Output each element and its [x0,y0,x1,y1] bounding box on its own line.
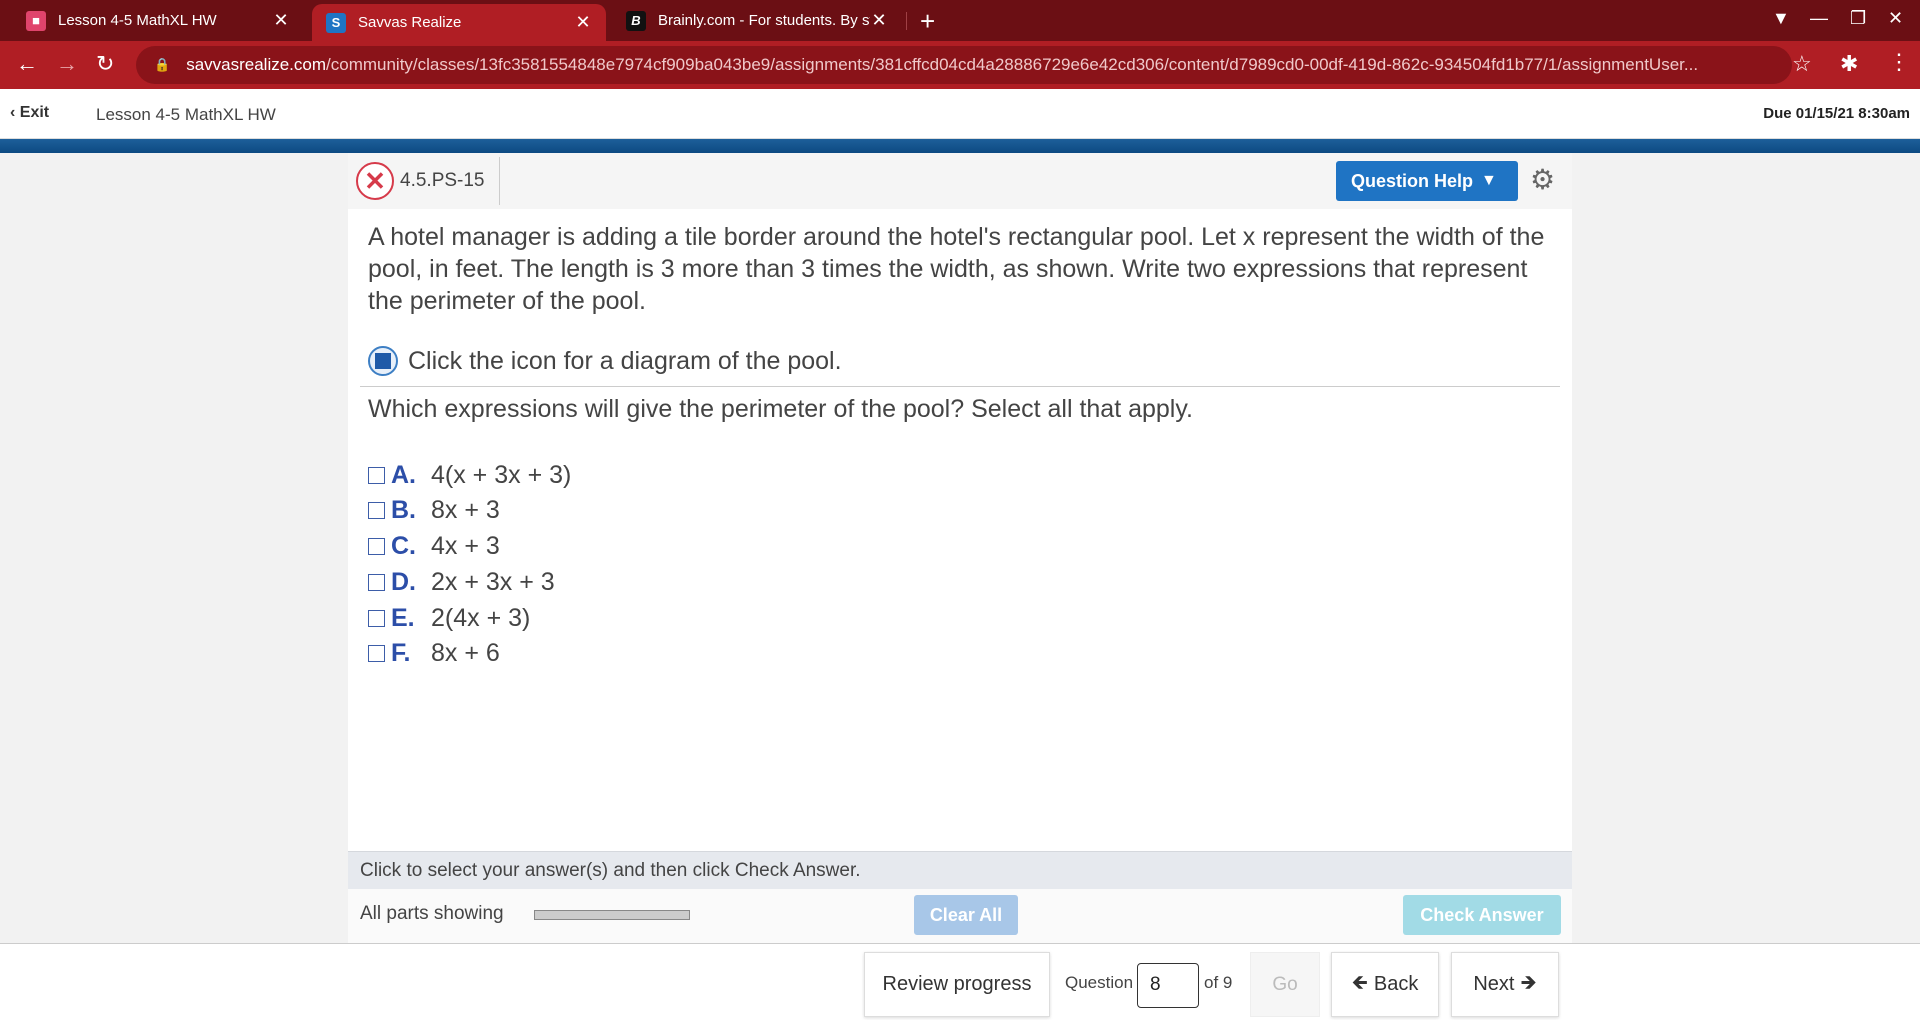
reload-icon[interactable]: ↻ [96,51,114,77]
forward-arrow-icon[interactable]: → [56,51,78,77]
gear-icon[interactable]: ⚙ [1530,163,1555,196]
choice-e[interactable]: E. 2(4x + 3) [368,604,530,633]
classroom-icon: ■ [26,10,46,31]
back-button[interactable]: 🡸 Back [1331,952,1439,1017]
app-header: ‹ Exit Lesson 4-5 MathXL HW Due 01/15/21… [0,89,1920,139]
url-field[interactable]: 🔒 savvasrealize.com /community/classes/1… [136,46,1792,84]
close-window-icon[interactable]: ✕ [1888,8,1903,29]
checkbox[interactable] [368,538,385,555]
arrow-right-icon: 🡺 [1520,971,1537,994]
choice-f[interactable]: F. 8x + 6 [368,639,500,668]
tab-savvas[interactable]: S Savvas Realize ✕ [312,4,606,41]
bottom-navigation: Review progress Question 8 of 9 Go 🡸 Bac… [0,943,1920,1020]
exit-button[interactable]: ‹ Exit [10,104,49,122]
question-prompt: Which expressions will give the perimete… [368,395,1193,423]
question-id: 4.5.PS-15 [400,170,485,191]
checkbox[interactable] [368,645,385,662]
choice-letter: D. [391,568,416,596]
choice-letter: E. [391,604,415,632]
savvas-icon: S [326,12,346,33]
choice-letter: F. [391,639,411,667]
browser-tab-strip: ■ Lesson 4-5 MathXL HW ✕ S Savvas Realiz… [0,0,1920,41]
question-help-button[interactable]: Question Help ▼ [1336,161,1518,201]
close-icon[interactable]: ✕ [574,12,592,33]
question-total: of 9 [1204,973,1233,992]
due-date: Due 01/15/21 8:30am [1763,105,1910,122]
close-icon[interactable]: ✕ [272,10,290,31]
choice-expression: 8x + 6 [431,639,500,667]
choice-letter: A. [391,461,416,489]
choice-b[interactable]: B. 8x + 3 [368,496,500,525]
question-number-input[interactable]: 8 [1137,963,1199,1008]
lock-icon: 🔒 [154,57,171,72]
question-help-label: Question Help [1351,170,1474,191]
all-parts-label: All parts showing [360,903,504,924]
choice-expression: 8x + 3 [431,496,500,524]
bookmark-star-icon[interactable]: ☆ [1792,51,1812,77]
question-label: Question [1065,973,1134,992]
tab-title: Savvas Realize [358,14,462,31]
choice-expression: 2(4x + 3) [431,604,531,632]
caret-down-icon: ▼ [1481,172,1497,189]
back-arrow-icon[interactable]: ← [16,51,38,77]
restore-icon[interactable]: ❐ [1850,8,1866,29]
choice-c[interactable]: C. 4x + 3 [368,532,500,561]
parts-progress-bar [534,910,690,920]
question-footer: All parts showing Clear All Check Answer [348,889,1572,943]
menu-dots-icon[interactable]: ⋮ [1888,49,1910,75]
instruction-bar: Click to select your answer(s) and then … [348,851,1572,889]
next-button[interactable]: Next 🡺 [1451,952,1559,1017]
diagram-label: Click the icon for a diagram of the pool… [408,346,842,375]
brainly-icon: B [626,10,646,31]
divider [360,386,1560,387]
checkbox[interactable] [368,467,385,484]
back-label: Back [1373,973,1419,995]
tab-title: Brainly.com - For students. By st [658,12,870,29]
tab-lesson[interactable]: ■ Lesson 4-5 MathXL HW ✕ [12,0,304,41]
tab-brainly[interactable]: B Brainly.com - For students. By st ✕ [612,0,902,41]
checkbox[interactable] [368,610,385,627]
url-path: /community/classes/13fc3581554848e7974cf… [326,55,1699,74]
minimize-icon[interactable]: — [1810,8,1828,29]
chevron-left-icon: ‹ [10,104,16,121]
choice-a[interactable]: A. 4(x + 3x + 3) [368,461,571,490]
clear-all-button[interactable]: Clear All [914,895,1018,935]
choice-expression: 4(x + 3x + 3) [431,461,572,489]
go-button[interactable]: Go [1250,952,1320,1017]
choice-letter: C. [391,532,416,560]
choice-expression: 2x + 3x + 3 [431,568,555,596]
question-text: A hotel manager is adding a tile border … [368,223,1545,315]
close-icon[interactable]: ✕ [870,10,888,31]
tab-title: Lesson 4-5 MathXL HW [58,12,217,29]
new-tab-icon[interactable]: + [920,6,935,37]
url-host: savvasrealize.com [186,55,327,74]
lesson-title: Lesson 4-5 MathXL HW [96,105,276,124]
incorrect-x-icon: ✕ [356,162,394,200]
extensions-puzzle-icon[interactable]: ✱ [1840,51,1858,77]
address-bar: ← → ↻ 🔒 savvasrealize.com /community/cla… [0,41,1920,89]
question-header: ✕ 4.5.PS-15 Question Help ▼ ⚙ [348,153,1572,209]
question-id-box: ✕ 4.5.PS-15 [348,157,500,205]
check-answer-button[interactable]: Check Answer [1403,895,1561,935]
exit-label: Exit [19,104,50,121]
next-label: Next [1473,973,1515,995]
checkbox[interactable] [368,502,385,519]
diagram-icon[interactable] [368,346,398,376]
choice-letter: B. [391,496,416,524]
arrow-left-icon: 🡸 [1351,971,1368,994]
question-panel: ✕ 4.5.PS-15 Question Help ▼ ⚙ A hotel ma… [348,153,1572,943]
profile-icon[interactable]: ▼ [1772,8,1790,29]
choice-d[interactable]: D. 2x + 3x + 3 [368,568,555,597]
diagram-link[interactable]: Click the icon for a diagram of the pool… [368,346,842,376]
tab-separator [906,12,907,30]
choice-expression: 4x + 3 [431,532,500,560]
review-progress-button[interactable]: Review progress [864,952,1050,1017]
checkbox[interactable] [368,574,385,591]
header-accent-bar [0,139,1920,153]
